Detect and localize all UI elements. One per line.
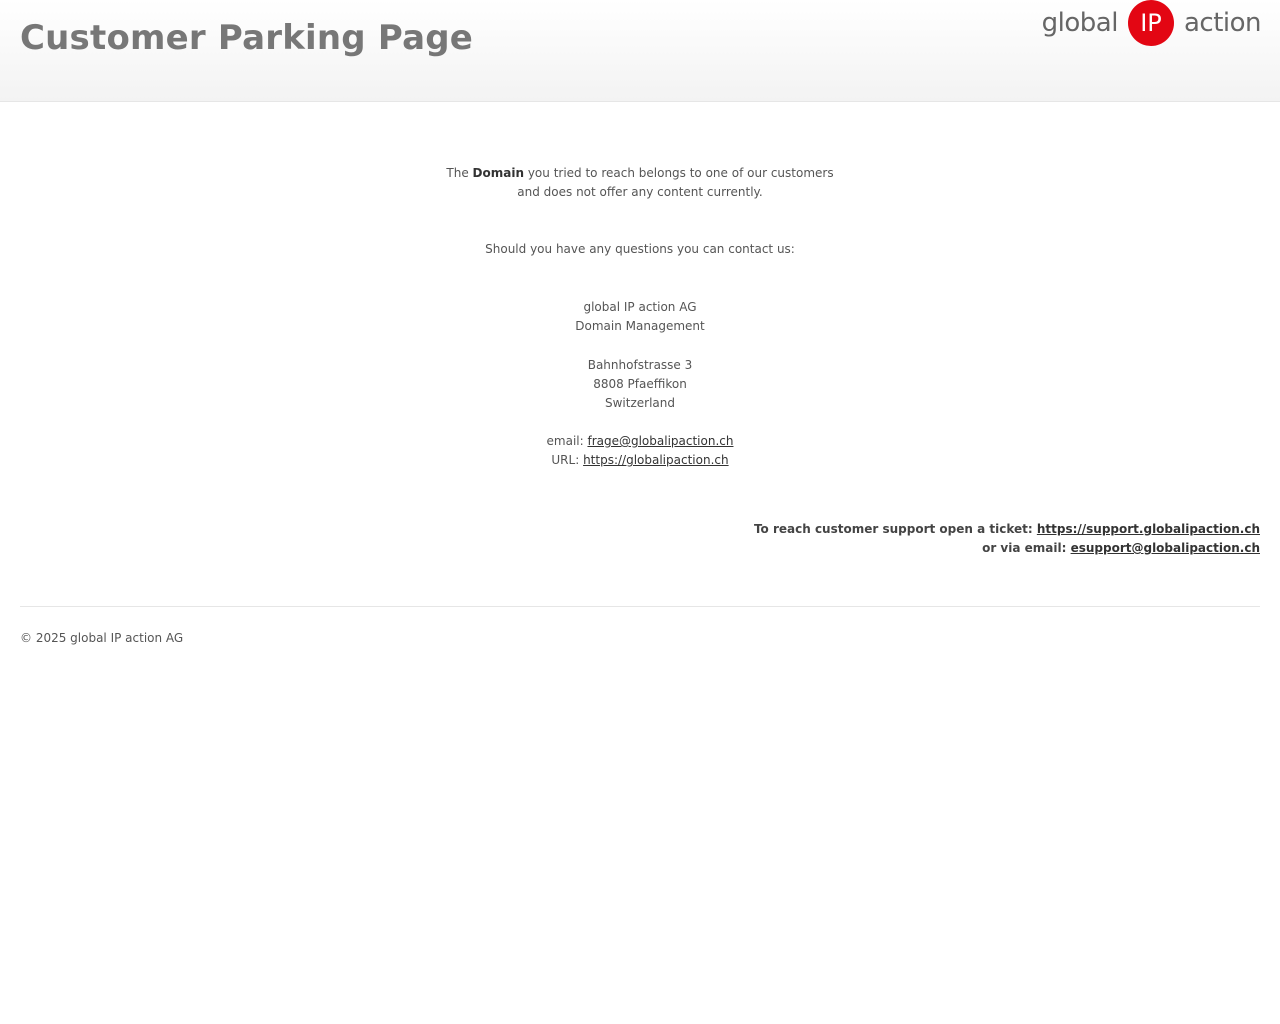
company-name: global IP action AG [583, 300, 697, 314]
company-block: global IP action AG Domain Management [0, 298, 1280, 336]
support-ticket-line: To reach customer support open a ticket:… [0, 520, 1260, 539]
support-email-link[interactable]: esupport@globalipaction.ch [1071, 541, 1260, 555]
logo-word-action: action [1183, 8, 1262, 38]
footer: © 2025 global IP action AG [0, 607, 1280, 645]
email-line: email: frage@globalipaction.ch [0, 432, 1280, 451]
intro-suffix: you tried to reach belongs to one of our… [524, 166, 834, 180]
contact-links: email: frage@globalipaction.ch URL: http… [0, 432, 1280, 470]
intro-text: The Domain you tried to reach belongs to… [0, 164, 1280, 202]
logo-ip-circle: IP [1127, 0, 1174, 46]
country: Switzerland [605, 396, 675, 410]
email-label: email: [546, 434, 588, 448]
page-header: Customer Parking Page global IP action [0, 0, 1280, 102]
support-block: To reach customer support open a ticket:… [0, 520, 1280, 558]
address-block: Bahnhofstrasse 3 8808 Pfaeffikon Switzer… [0, 356, 1280, 413]
street: Bahnhofstrasse 3 [587, 358, 693, 372]
logo-word-global: global [1041, 8, 1119, 38]
company-logo: global IP action [1041, 0, 1262, 46]
city: 8808 Pfaeffikon [593, 377, 687, 391]
page-title: Customer Parking Page [20, 18, 474, 58]
main-content: The Domain you tried to reach belongs to… [0, 164, 1280, 470]
intro-prefix: The [446, 166, 473, 180]
support-ticket-label: To reach customer support open a ticket: [753, 522, 1037, 536]
website-link[interactable]: https://globalipaction.ch [583, 453, 729, 467]
url-line: URL: https://globalipaction.ch [0, 451, 1280, 470]
intro-line-1: The Domain you tried to reach belongs to… [0, 164, 1280, 183]
email-link[interactable]: frage@globalipaction.ch [587, 434, 733, 448]
support-email-line: or via email: esupport@globalipaction.ch [0, 539, 1260, 558]
url-label: URL: [551, 453, 584, 467]
support-email-label: or via email: [982, 541, 1071, 555]
intro-bold-domain: Domain [472, 166, 525, 180]
contact-intro: Should you have any questions you can co… [485, 242, 795, 256]
support-ticket-link[interactable]: https://support.globalipaction.ch [1037, 522, 1260, 536]
copyright-text: © 2025 global IP action AG [20, 631, 184, 645]
department: Domain Management [575, 319, 705, 333]
intro-line-2: and does not offer any content currently… [517, 185, 763, 199]
